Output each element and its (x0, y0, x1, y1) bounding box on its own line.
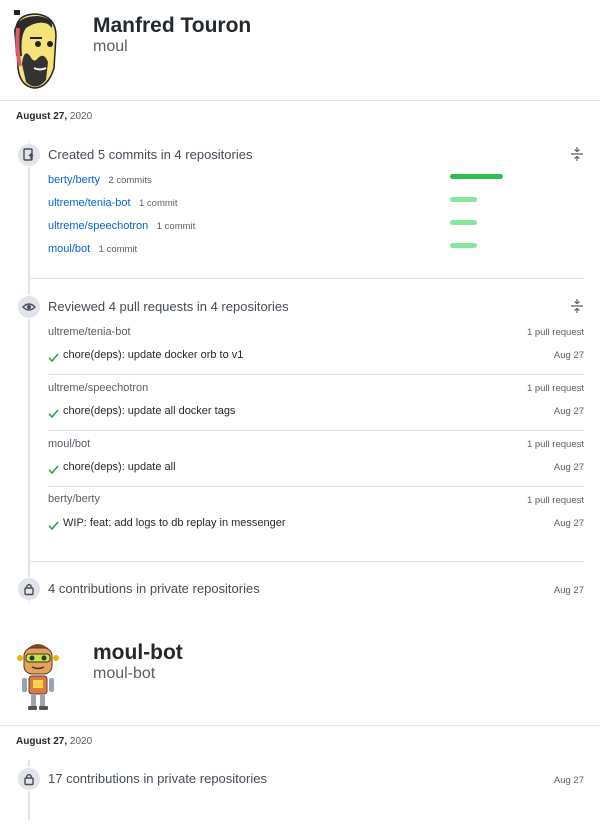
commit-bar (450, 220, 477, 225)
commit-count: 2 commits (108, 175, 152, 186)
eye-icon (17, 295, 41, 319)
commits-title: Created 5 commits in 4 repositories (48, 147, 253, 162)
repo-link[interactable]: berty/berty (48, 174, 100, 186)
pr-date: Aug 27 (553, 518, 584, 529)
divider (48, 486, 584, 487)
commit-bar (450, 174, 503, 179)
commit-repo-row: moul/bot 1 commit (48, 239, 137, 257)
lock-icon (17, 767, 41, 791)
date-heading: August 27, 2020 (16, 736, 93, 747)
avatar[interactable] (14, 638, 62, 712)
private-contributions: 4 contributions in private repositories (48, 581, 260, 596)
divider (48, 374, 584, 375)
pull-request-count: 1 pull request (526, 495, 584, 506)
check-icon (48, 350, 59, 368)
repo-link[interactable]: ultreme/speechotron (48, 220, 148, 232)
divider (0, 725, 600, 726)
divider (28, 278, 584, 279)
repo-link[interactable]: moul/bot (48, 243, 90, 255)
commit-repo-row: berty/berty 2 commits (48, 170, 152, 188)
private-date: Aug 27 (553, 585, 584, 596)
repo-link[interactable]: ultreme/tenia-bot (48, 197, 131, 209)
check-icon (48, 518, 59, 536)
date-heading: August 27, 2020 (16, 111, 93, 122)
divider (48, 430, 584, 431)
review-repo-link[interactable]: moul/bot (48, 438, 90, 450)
divider (0, 100, 600, 101)
user-login: moul (93, 38, 128, 55)
pull-request-count: 1 pull request (526, 439, 584, 450)
pr-date: Aug 27 (553, 406, 584, 417)
pull-request-link[interactable]: chore(deps): update all (63, 461, 176, 473)
commit-repo-row: ultreme/speechotron 1 commit (48, 216, 195, 234)
check-icon (48, 462, 59, 480)
commit-count: 1 commit (139, 198, 178, 209)
review-repo-link[interactable]: berty/berty (48, 493, 100, 505)
divider (28, 561, 584, 562)
commit-count: 1 commit (98, 244, 138, 255)
commit-bar (450, 243, 477, 248)
commit-bar (450, 197, 477, 202)
pull-request-count: 1 pull request (526, 327, 584, 338)
pull-request-link[interactable]: chore(deps): update docker orb to v1 (63, 349, 243, 361)
private-contributions: 17 contributions in private repositories (48, 771, 267, 786)
reviews-title: Reviewed 4 pull requests in 4 repositori… (48, 299, 289, 314)
fold-icon[interactable] (571, 147, 583, 161)
user-name: moul-bot (93, 641, 183, 664)
commit-count: 1 commit (156, 221, 196, 232)
repo-push-icon (17, 143, 41, 167)
check-icon (48, 406, 59, 424)
private-date: Aug 27 (553, 775, 584, 786)
pr-date: Aug 27 (553, 462, 584, 473)
pr-date: Aug 27 (553, 350, 584, 361)
pull-request-count: 1 pull request (526, 383, 584, 394)
user-login: moul-bot (93, 665, 156, 682)
avatar[interactable] (8, 8, 64, 90)
lock-icon (17, 577, 41, 601)
fold-icon[interactable] (571, 299, 583, 313)
user-name: Manfred Touron (93, 14, 252, 37)
review-repo-link[interactable]: ultreme/speechotron (48, 382, 148, 394)
pull-request-link[interactable]: chore(deps): update all docker tags (63, 405, 235, 417)
review-repo-link[interactable]: ultreme/tenia-bot (48, 326, 131, 338)
pull-request-link[interactable]: WIP: feat: add logs to db replay in mess… (63, 517, 286, 529)
commit-repo-row: ultreme/tenia-bot 1 commit (48, 193, 178, 211)
timeline-line (28, 142, 30, 602)
